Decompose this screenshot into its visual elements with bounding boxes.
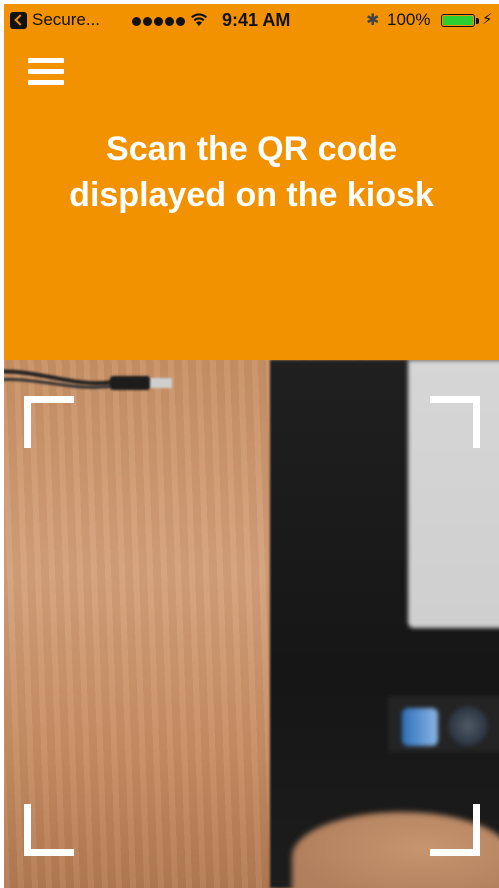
back-to-app-label: Secure... [32, 10, 101, 29]
hamburger-menu-icon[interactable] [28, 54, 64, 88]
back-to-app-button[interactable]: Secure... [10, 10, 100, 30]
signal-icon [132, 17, 185, 26]
bluetooth-icon: ✱ [366, 12, 380, 29]
scanner-corner-top-right [430, 396, 480, 448]
status-bar: Secure... 9:41 AM ✱ 100% ⚡ [4, 4, 499, 36]
camera-feed-dock-app-icon [402, 708, 438, 746]
scanner-corner-bottom-left [24, 804, 74, 856]
camera-feed-cable [4, 369, 172, 390]
scanner-corner-top-left [24, 396, 74, 448]
title-line-1: Scan the QR code [106, 130, 397, 168]
scanner-corner-bottom-right [430, 804, 480, 856]
camera-feed-dock-compass-icon [448, 706, 488, 746]
clock-time: 9:41 AM [222, 10, 291, 30]
battery-percentage: 100% [387, 10, 431, 29]
battery-level-fill [443, 16, 473, 25]
page-title: Scan the QR code displayed on the kiosk [4, 126, 499, 218]
title-line-2: displayed on the kiosk [69, 176, 434, 214]
back-to-app-icon [10, 11, 27, 29]
charging-icon: ⚡ [482, 11, 493, 28]
camera-viewfinder [4, 360, 499, 888]
app-screen: Secure... 9:41 AM ✱ 100% ⚡ Scan the QR c… [4, 4, 499, 888]
wifi-icon [191, 13, 207, 26]
battery-icon [441, 14, 479, 27]
